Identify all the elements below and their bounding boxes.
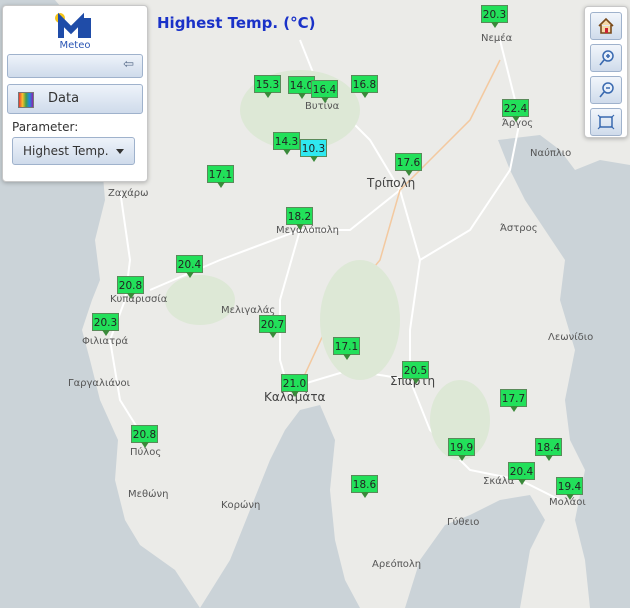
meteo-logo: Meteo — [51, 10, 99, 51]
temperature-marker[interactable]: 19.9 — [448, 438, 475, 461]
temperature-marker[interactable]: 16.4 — [311, 80, 338, 103]
place-label: Κυπαρισσία — [110, 294, 168, 305]
temperature-marker[interactable]: 20.5 — [402, 361, 429, 384]
temperature-marker[interactable]: 18.2 — [286, 207, 313, 230]
temperature-marker[interactable]: 22.4 — [502, 99, 529, 122]
parameter-select[interactable]: Highest Temp. — [12, 137, 135, 165]
temperature-marker[interactable]: 16.8 — [351, 75, 378, 98]
place-label: Ναύπλιο — [530, 148, 572, 159]
temperature-marker[interactable]: 20.4 — [508, 462, 535, 485]
temperature-marker[interactable]: 17.6 — [395, 153, 422, 176]
zoom-in-button[interactable] — [590, 44, 622, 72]
temperature-marker[interactable]: 15.3 — [254, 75, 281, 98]
zoom-extent-button[interactable] — [590, 108, 622, 136]
parameter-select-value: Highest Temp. — [23, 144, 109, 158]
temperature-marker[interactable]: 21.0 — [281, 374, 308, 397]
temperature-marker[interactable]: 20.7 — [259, 315, 286, 338]
control-panel: Meteo ⇦ Data Parameter: Highest Temp. — [2, 5, 148, 182]
place-label: Νεμέα — [481, 33, 513, 44]
place-label: Μεγαλόπολη — [276, 225, 339, 236]
place-label: Μεθώνη — [128, 489, 169, 500]
temperature-marker[interactable]: 20.4 — [176, 255, 203, 278]
temperature-marker[interactable]: 18.4 — [535, 438, 562, 461]
arrow-left-icon: ⇦ — [123, 57, 134, 72]
collapse-panel-button[interactable]: ⇦ — [7, 54, 143, 78]
place-label: Γύθειο — [447, 517, 480, 528]
logo-text: Meteo — [59, 40, 91, 51]
temperature-marker[interactable]: 17.1 — [333, 337, 360, 360]
place-label: Πύλος — [130, 447, 162, 458]
zoom-extent-icon — [597, 114, 615, 130]
temperature-marker[interactable]: 10.3 — [300, 139, 327, 162]
temperature-marker[interactable]: 20.3 — [92, 313, 119, 336]
temperature-marker[interactable]: 20.8 — [117, 276, 144, 299]
chevron-down-icon — [116, 149, 124, 154]
home-icon — [598, 17, 614, 34]
data-button[interactable]: Data — [7, 84, 143, 114]
place-label: Τρίπολη — [367, 176, 416, 190]
temperature-marker[interactable]: 17.7 — [500, 389, 527, 412]
zoom-in-icon — [599, 50, 614, 66]
place-label: Φιλιατρά — [82, 336, 129, 347]
map-navigation — [584, 6, 628, 138]
zoom-out-icon — [599, 82, 614, 98]
data-button-label: Data — [48, 91, 80, 106]
place-label: Αρεόπολη — [372, 559, 422, 570]
place-label: Κορώνη — [221, 500, 261, 511]
temperature-marker[interactable]: 20.8 — [131, 425, 158, 448]
place-label: Λεωνίδιο — [548, 332, 594, 343]
temperature-marker[interactable]: 17.1 — [207, 165, 234, 188]
color-scale-icon — [18, 92, 34, 108]
meteo-logo-icon — [55, 12, 91, 38]
map-title: Highest Temp. (°C) — [157, 14, 316, 32]
parameter-label: Parameter: — [12, 120, 79, 134]
home-button[interactable] — [590, 12, 622, 40]
temperature-marker[interactable]: 19.4 — [556, 477, 583, 500]
temperature-marker[interactable]: 18.6 — [351, 475, 378, 498]
place-label: Ζαχάρω — [108, 188, 149, 199]
temperature-marker[interactable]: 20.3 — [481, 5, 508, 28]
temperature-marker[interactable]: 14.3 — [273, 132, 300, 155]
place-label: Άστρος — [500, 223, 538, 234]
zoom-out-button[interactable] — [590, 76, 622, 104]
place-label: Γαργαλιάνοι — [68, 378, 131, 389]
